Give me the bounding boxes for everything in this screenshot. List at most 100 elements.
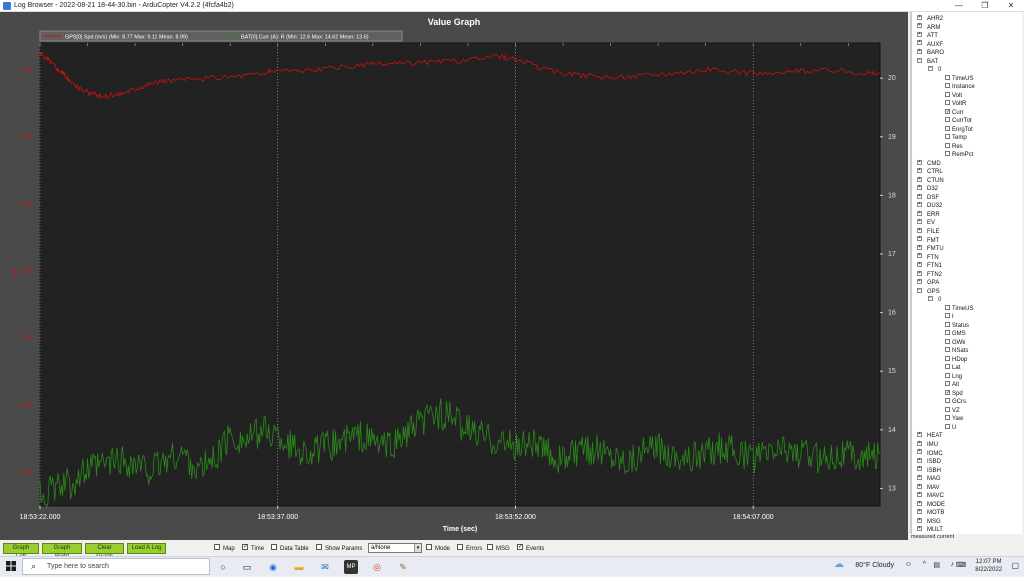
checkbox-box[interactable] — [945, 381, 950, 387]
tree-item-mag[interactable]: + MAG — [917, 475, 941, 483]
log-message-tree[interactable]: + AHR2 + ARM + ATT + AUXF + BARO − BAT −0 TimeUS Insta… — [910, 12, 1022, 534]
checkbox-box[interactable]: ✓ — [945, 389, 950, 395]
tree-field-gps-vz[interactable]: VZ — [945, 406, 960, 415]
tree-item-bat[interactable]: − BAT — [917, 57, 938, 66]
checkbox-box[interactable] — [945, 91, 950, 97]
checkbox-box[interactable]: ✓ — [945, 108, 950, 114]
checkbox-box[interactable] — [945, 304, 950, 310]
close-button[interactable]: ✕ — [998, 0, 1024, 12]
collapse-icon[interactable]: − — [917, 57, 922, 63]
checkbox-box[interactable] — [945, 347, 950, 353]
checkbox-box[interactable] — [945, 415, 950, 421]
tree-item-baro[interactable]: + BARO — [917, 49, 944, 57]
collapse-icon[interactable]: − — [917, 287, 922, 293]
checkbox-box[interactable] — [945, 321, 950, 327]
expand-icon[interactable]: + — [917, 31, 922, 37]
clock[interactable]: 12:07 PM 8/22/2022 — [975, 558, 1002, 574]
tree-item-gps-instance[interactable]: −0 — [928, 296, 941, 304]
file-explorer-icon[interactable]: ▬ — [292, 560, 306, 574]
tree-field-gps-gcrs[interactable]: GCrs — [945, 398, 966, 406]
expand-icon[interactable]: + — [917, 440, 922, 446]
expand-icon[interactable]: + — [917, 159, 922, 165]
expand-icon[interactable]: + — [917, 253, 922, 259]
tree-field-gps-gms[interactable]: GMS — [945, 330, 966, 338]
tree-field-gps-u[interactable]: U — [945, 423, 956, 432]
expand-icon[interactable]: + — [917, 517, 922, 523]
expand-icon[interactable]: + — [917, 40, 922, 46]
tree-field-gps-timeus[interactable]: TimeUS — [945, 304, 973, 313]
tree-field-gps-nsats[interactable]: NSats — [945, 347, 968, 355]
chrome-icon[interactable]: ◎ — [370, 560, 384, 574]
events-checkbox[interactable]: ✓ Events — [517, 544, 544, 553]
notification-icon[interactable]: ▢ — [1011, 561, 1019, 570]
tree-field-gps-lng[interactable]: Lng — [945, 372, 962, 381]
expand-icon[interactable]: + — [917, 492, 922, 498]
expand-icon[interactable]: + — [917, 210, 922, 216]
graph-right-button[interactable]: Graph Right — [42, 543, 82, 560]
tree-item-motb[interactable]: + MOTB — [917, 509, 944, 517]
expand-icon[interactable]: + — [917, 185, 922, 191]
expand-icon[interactable]: + — [917, 244, 922, 250]
tree-field-bat-currtot[interactable]: CurrTot — [945, 117, 972, 125]
checkbox-box[interactable] — [945, 117, 950, 123]
mission-planner-icon[interactable]: MP — [344, 560, 358, 574]
time-checkbox[interactable]: ✓ Time — [242, 544, 264, 553]
errors-checkbox[interactable]: Errors — [457, 544, 482, 553]
tree-field-bat-temp[interactable]: Temp — [945, 134, 967, 142]
checkbox-box[interactable] — [945, 74, 950, 80]
people-icon[interactable]: ☺ — [905, 561, 912, 568]
expand-icon[interactable]: + — [917, 449, 922, 455]
expand-icon[interactable]: + — [917, 227, 922, 233]
graph-svg[interactable]: Value Graph 18:53:22.000 18:53:37.000 18:53… — [0, 12, 908, 540]
tree-item-mult[interactable]: + MULT — [917, 526, 943, 534]
expand-icon[interactable]: + — [917, 202, 922, 208]
tree-field-gps-hdop[interactable]: HDop — [945, 355, 967, 364]
tree-item-ctun[interactable]: + CTUN — [917, 176, 944, 185]
expand-icon[interactable]: + — [917, 483, 922, 489]
tree-field-bat-rempct[interactable]: RemPct — [945, 151, 973, 159]
checkbox-box[interactable] — [945, 398, 950, 404]
expand-icon[interactable]: + — [917, 509, 922, 515]
tree-item-bat-instance[interactable]: −0 — [928, 66, 941, 74]
expand-icon[interactable]: + — [917, 23, 922, 29]
taskbar-search-box[interactable]: ⌕ Type here to search — [22, 558, 210, 575]
tree-field-gps-status[interactable]: Status — [945, 321, 969, 330]
clear-graph-button[interactable]: Clear Graph — [85, 543, 124, 560]
tree-field-gps-lat[interactable]: Lat — [945, 364, 960, 372]
expand-icon[interactable]: + — [917, 193, 922, 199]
tree-field-bat-res[interactable]: Res — [945, 142, 963, 151]
tree-field-bat-volt[interactable]: Volt — [945, 91, 962, 100]
mode-select[interactable]: a/None ▾ — [368, 543, 422, 553]
expand-icon[interactable]: + — [917, 475, 922, 480]
chevron-up-icon[interactable]: ^ — [923, 561, 926, 568]
load-log-button[interactable]: Load A Log — [127, 543, 166, 554]
collapse-icon[interactable]: − — [928, 66, 933, 72]
network-icon[interactable]: ▤ — [933, 561, 940, 569]
tree-field-gps-alt[interactable]: Alt — [945, 381, 959, 389]
checkbox-box[interactable] — [945, 125, 950, 131]
tree-item-mode[interactable]: + MODE — [917, 500, 945, 509]
expand-icon[interactable]: + — [917, 466, 922, 472]
tree-field-bat-voltr[interactable]: VoltR — [945, 100, 966, 108]
checkbox-box[interactable] — [945, 100, 950, 106]
expand-icon[interactable]: + — [917, 526, 922, 532]
map-checkbox[interactable]: Map — [214, 544, 235, 553]
expand-icon[interactable]: + — [917, 432, 922, 438]
tree-field-bat-curr[interactable]: ✓ Curr — [945, 108, 964, 117]
tree-item-gpa[interactable]: + GPA — [917, 279, 939, 287]
collapse-icon[interactable]: − — [928, 296, 933, 302]
value-graph[interactable]: Value Graph 18:53:22.000 18:53:37.000 18:53… — [0, 12, 908, 540]
cortana-icon[interactable]: ○ — [216, 560, 230, 574]
tree-field-bat-instance[interactable]: Instance — [945, 83, 975, 91]
windows-start-icon[interactable] — [6, 561, 16, 571]
expand-icon[interactable]: + — [917, 176, 922, 182]
tree-field-gps-i[interactable]: I — [945, 313, 954, 321]
tree-item-mavc[interactable]: + MAVC — [917, 492, 944, 500]
tree-field-gps-yaw[interactable]: Yaw — [945, 415, 963, 423]
graph-left-button[interactable]: Graph Left — [3, 543, 39, 560]
checkbox-box[interactable] — [945, 151, 950, 157]
speaker-icon[interactable]: ♪ — [951, 561, 955, 568]
checkbox-box[interactable] — [945, 364, 950, 370]
checkbox-box[interactable] — [945, 338, 950, 344]
checkbox-box[interactable] — [945, 406, 950, 412]
